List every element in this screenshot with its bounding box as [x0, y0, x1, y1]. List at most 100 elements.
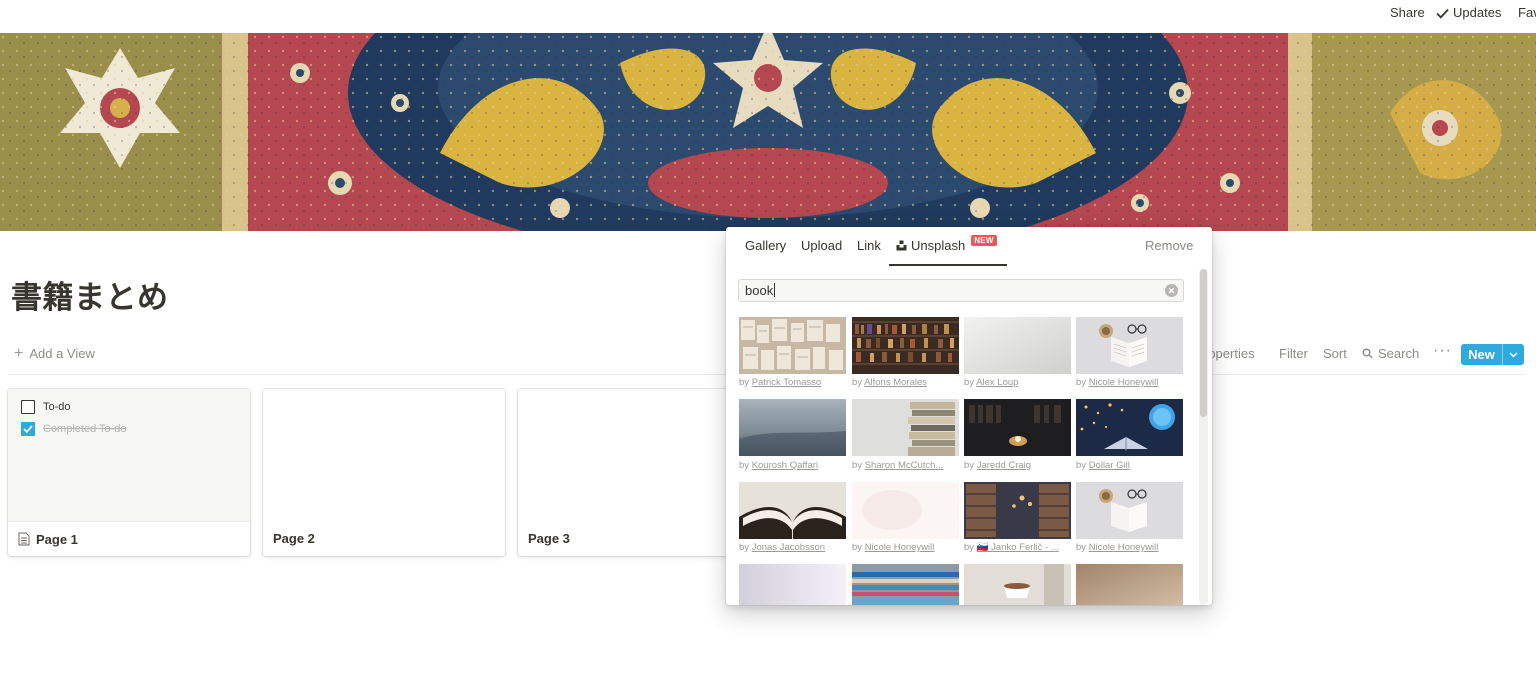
credit-by: by [1076, 460, 1087, 471]
photo-credit: by Kourosh Qaffari [739, 460, 851, 471]
card-preview [518, 389, 760, 521]
gallery-card-page-2[interactable]: Page 2 [263, 389, 505, 556]
checkbox-checked[interactable] [21, 422, 35, 436]
tab-gallery[interactable]: Gallery [745, 238, 786, 253]
author-link[interactable]: Jaredd Craig [977, 460, 1031, 471]
unsplash-result-image[interactable] [739, 399, 846, 456]
unsplash-search-input[interactable]: book [738, 279, 1184, 302]
unsplash-result-image[interactable] [852, 564, 959, 605]
author-link[interactable]: Dollar Gill [1089, 460, 1130, 471]
plus-icon: + [14, 344, 24, 362]
photo-credit: by Nicole Honeywill [852, 542, 964, 553]
author-link[interactable]: Patrick Tomasso [752, 377, 822, 388]
unsplash-result-image[interactable] [1076, 564, 1183, 605]
page-icon [18, 532, 30, 546]
author-link[interactable]: Nicole Honeywill [865, 542, 935, 553]
filter-button[interactable]: Filter [1279, 346, 1308, 361]
credit-by: by [739, 460, 750, 471]
gallery-card-page-3[interactable]: Page 3 [518, 389, 760, 556]
photo-credit: by Jaredd Craig [964, 460, 1076, 471]
new-button[interactable]: New [1461, 344, 1502, 365]
author-link[interactable]: Nicole Honeywill [1089, 377, 1159, 388]
photo-credit: by Dollar Gill [1076, 460, 1188, 471]
credit-by: by [739, 542, 750, 553]
unsplash-label: Unsplash [911, 238, 966, 253]
author-link[interactable]: 🇸🇮 Janko Ferlič - ... [977, 542, 1059, 553]
author-link[interactable]: Nicole Honeywill [1089, 542, 1159, 553]
todo-label: Completed To-do [43, 423, 127, 435]
author-link[interactable]: Sharon McCutch... [865, 460, 944, 471]
updates-label: Updates [1453, 5, 1502, 20]
card-footer: Page 3 [518, 521, 760, 556]
updates-button[interactable]: Updates [1436, 5, 1501, 21]
todo-item-completed: Completed To-do [21, 422, 127, 436]
credit-by: by [739, 377, 750, 388]
photo-credit: by Nicole Honeywill [1076, 377, 1188, 388]
new-button-group: New [1461, 344, 1524, 365]
card-title: Page 3 [528, 531, 570, 546]
photo-credit: by 🇸🇮 Janko Ferlič - ... [964, 542, 1076, 553]
chevron-down-icon [1509, 351, 1518, 358]
new-badge: NEW [971, 235, 997, 246]
credit-by: by [1076, 377, 1087, 388]
tab-link[interactable]: Link [857, 238, 881, 253]
todo-item: To-do [21, 400, 71, 414]
tab-upload[interactable]: Upload [801, 238, 842, 253]
author-link[interactable]: Kourosh Qaffari [752, 460, 818, 471]
unsplash-result-image[interactable] [964, 317, 1071, 374]
unsplash-result-image[interactable] [852, 317, 959, 374]
photo-credit: by Jonas Jacobsson [739, 542, 851, 553]
search-icon [1362, 348, 1373, 359]
page-title[interactable]: 書籍まとめ [11, 278, 169, 318]
unsplash-result-image[interactable] [739, 317, 846, 374]
gallery-card-page-1[interactable]: To-do Completed To-do Page 1 [8, 389, 250, 556]
unsplash-result-image[interactable] [1076, 482, 1183, 539]
search-label: Search [1378, 346, 1420, 361]
credit-by: by [964, 542, 975, 553]
share-button[interactable]: Share [1390, 5, 1425, 21]
tab-unsplash[interactable]: Unsplash NEW [896, 235, 997, 253]
add-view-label: Add a View [29, 346, 95, 361]
card-title: Page 2 [273, 531, 315, 546]
unsplash-result-image[interactable] [739, 564, 846, 605]
checkbox[interactable] [21, 400, 35, 414]
unsplash-result-image[interactable] [1076, 317, 1183, 374]
card-preview [263, 389, 505, 521]
scrollbar-thumb[interactable] [1200, 269, 1207, 417]
sort-button[interactable]: Sort [1323, 346, 1347, 361]
cover-image[interactable] [0, 33, 1536, 231]
more-options-button[interactable]: ··· [1433, 342, 1452, 360]
author-link[interactable]: Jonas Jacobsson [752, 542, 825, 553]
checkmark-icon [23, 425, 33, 433]
unsplash-result-image[interactable] [1076, 399, 1183, 456]
remove-cover-button[interactable]: Remove [1145, 238, 1193, 253]
todo-label: To-do [43, 401, 71, 413]
new-dropdown-button[interactable] [1502, 344, 1524, 365]
clear-search-icon[interactable] [1165, 284, 1178, 297]
photo-credit: by Alfons Morales [852, 377, 964, 388]
search-text: book [745, 283, 774, 298]
card-title: Page 1 [36, 531, 78, 547]
unsplash-result-image[interactable] [852, 399, 959, 456]
popup-scrollbar[interactable] [1199, 269, 1208, 605]
unsplash-result-image[interactable] [739, 482, 846, 539]
cover-picker-popup: Gallery Upload Link Unsplash NEW Remove … [726, 227, 1212, 605]
photo-credit: by Nicole Honeywill [1076, 542, 1188, 553]
unsplash-icon [896, 240, 907, 251]
card-footer: Page 1 [8, 521, 250, 556]
top-bar: Share Updates Fav [0, 0, 1536, 33]
photo-credit: by Patrick Tomasso [739, 377, 851, 388]
unsplash-result-image[interactable] [964, 399, 1071, 456]
search-button[interactable]: Search [1362, 346, 1419, 361]
unsplash-result-image[interactable] [964, 564, 1071, 605]
author-link[interactable]: Alex Loup [976, 377, 1018, 388]
search-input-value: book [745, 283, 776, 298]
favorite-button[interactable]: Fav [1518, 5, 1536, 21]
unsplash-result-image[interactable] [964, 482, 1071, 539]
credit-by: by [964, 460, 975, 471]
author-link[interactable]: Alfons Morales [864, 377, 927, 388]
unsplash-result-image[interactable] [852, 482, 959, 539]
cover-picker-tabs: Gallery Upload Link Unsplash NEW Remove [726, 227, 1212, 267]
card-footer: Page 2 [263, 521, 505, 556]
add-view-button[interactable]: + Add a View [14, 344, 95, 362]
